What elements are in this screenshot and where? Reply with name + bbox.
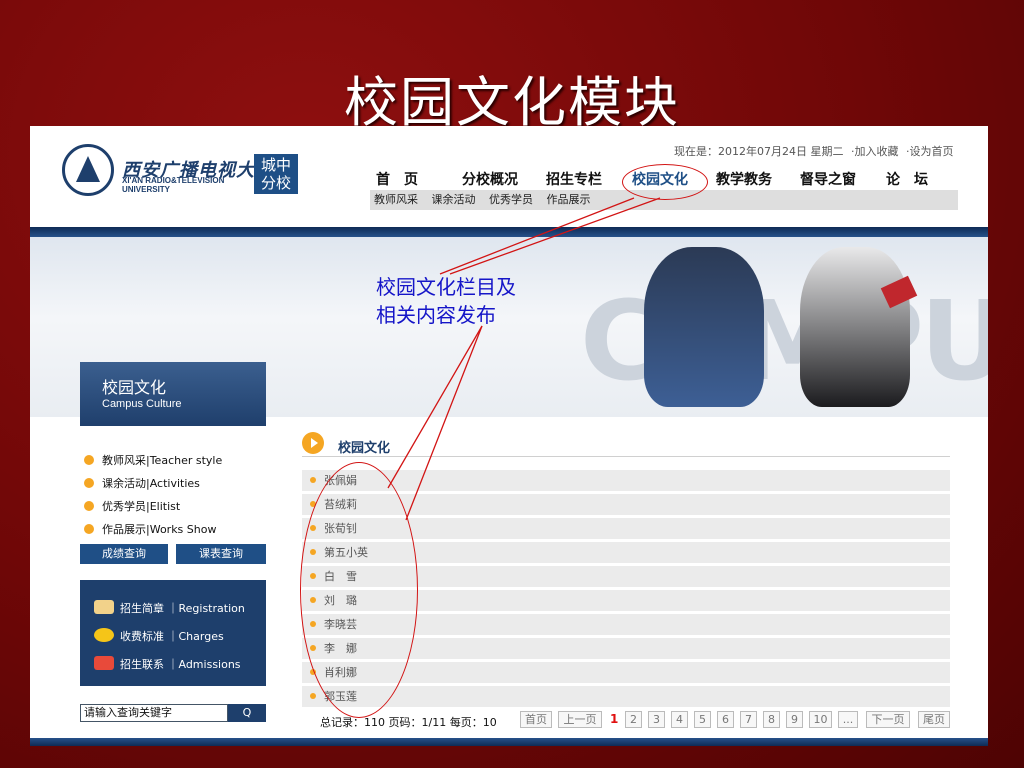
website-screenshot: 西安广播电视大学 XI'AN RADIO&TELEVISION UNIVERSI… bbox=[30, 126, 988, 746]
annotation-lines bbox=[387, 197, 661, 521]
